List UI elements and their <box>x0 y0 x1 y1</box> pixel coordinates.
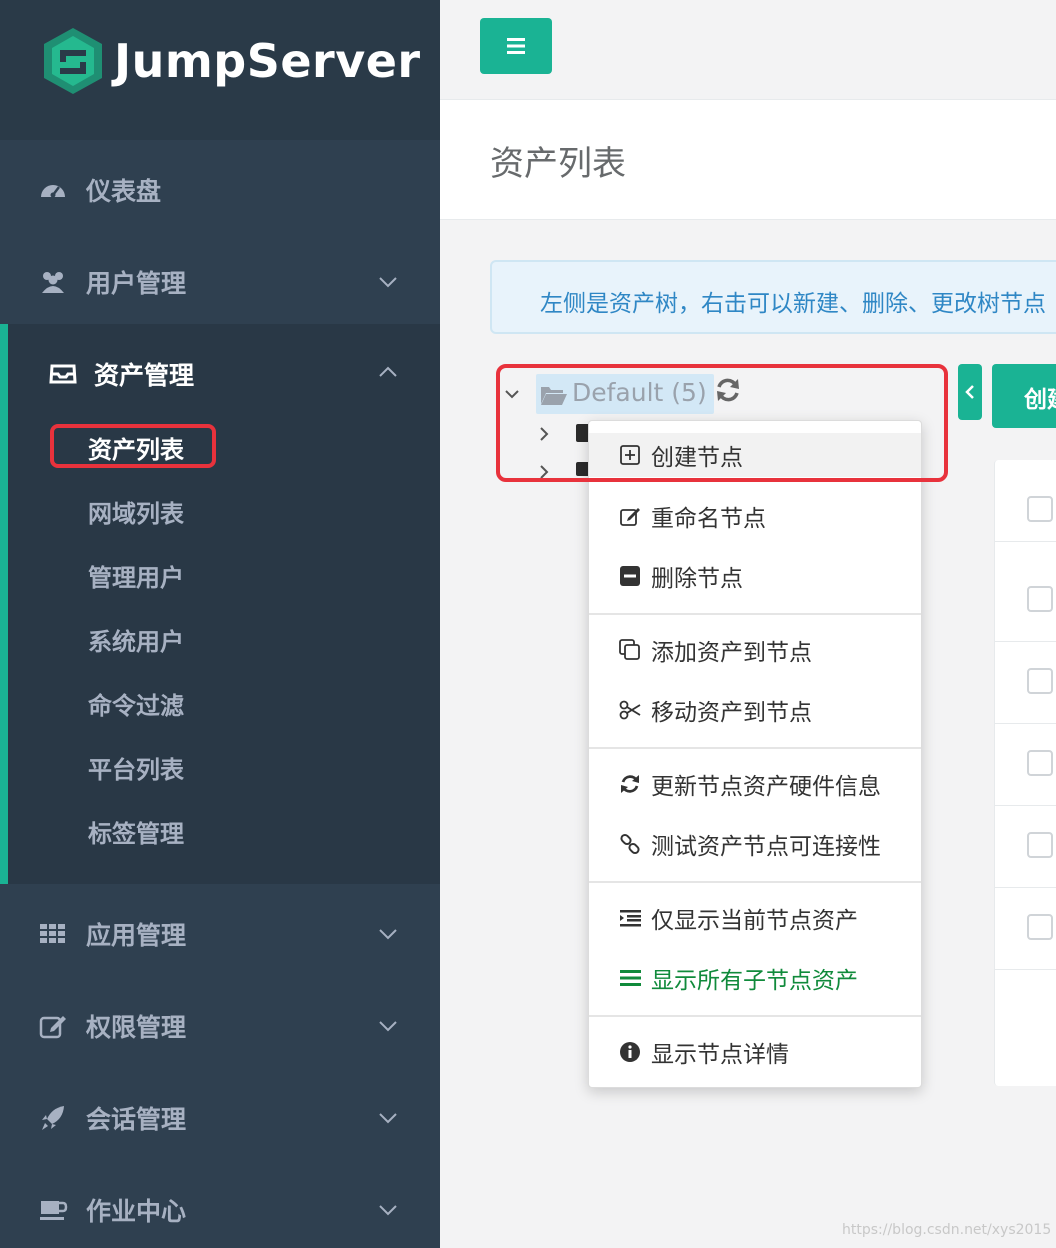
sidebar-toggle-button[interactable] <box>480 18 552 74</box>
chevron-down-icon <box>379 1205 397 1216</box>
menu-item-label: 删除节点 <box>651 566 743 592</box>
row-checkbox[interactable] <box>1027 668 1053 694</box>
brand-name[interactable]: JumpServer <box>114 34 421 88</box>
brand-header: JumpServer <box>0 0 440 140</box>
sidebar-item-label: 权限管理 <box>86 1013 187 1042</box>
submenu-item-admin-users[interactable]: 管理用户 <box>88 558 184 593</box>
menu-item-show-all-children[interactable]: 显示所有子节点资产 <box>589 953 921 1003</box>
scissors-icon <box>619 700 641 720</box>
row-checkbox[interactable] <box>1027 750 1053 776</box>
submenu-item-platform-list[interactable]: 平台列表 <box>88 750 184 785</box>
info-circle-icon <box>620 1042 640 1062</box>
hamburger-icon <box>507 38 525 54</box>
sidebar: JumpServer 仪表盘 用户管理 资产管理 资产列表 网域列表 管理用户 … <box>0 0 440 1248</box>
create-asset-button[interactable]: 创建 <box>992 364 1056 428</box>
rocket-icon <box>42 1106 64 1130</box>
sidebar-item-dashboard[interactable]: 仪表盘 <box>0 144 440 236</box>
menu-item-add-assets[interactable]: 添加资产到节点 <box>589 625 921 675</box>
menu-item-label: 仅显示当前节点资产 <box>651 908 858 934</box>
row-checkbox[interactable] <box>1027 832 1053 858</box>
submenu-item-system-users[interactable]: 系统用户 <box>88 622 184 657</box>
menu-item-refresh-hardware[interactable]: 更新节点资产硬件信息 <box>589 759 921 809</box>
menu-divider <box>589 881 921 883</box>
info-alert-text: 左侧是资产树，右击可以新建、删除、更改树节点 <box>540 291 1046 317</box>
menu-item-label: 添加资产到节点 <box>651 640 812 666</box>
table-row <box>995 642 1056 724</box>
submenu-item-domain-list[interactable]: 网域列表 <box>88 494 184 529</box>
sidebar-item-users[interactable]: 用户管理 <box>0 236 440 328</box>
menu-item-rename-node[interactable]: 重命名节点 <box>589 491 921 541</box>
edit-icon <box>620 508 640 526</box>
create-button-label: 创建 <box>1024 387 1056 413</box>
page-header: 资产列表 <box>440 100 1056 220</box>
chevron-down-icon <box>379 277 397 288</box>
menu-divider <box>589 747 921 749</box>
link-icon <box>620 833 640 855</box>
menu-item-move-assets[interactable]: 移动资产到节点 <box>589 685 921 735</box>
menu-divider <box>589 1015 921 1017</box>
sidebar-item-jobs[interactable]: 作业中心 <box>0 1164 440 1248</box>
users-icon <box>42 272 64 293</box>
sidebar-item-sessions[interactable]: 会话管理 <box>0 1072 440 1164</box>
edit-icon <box>39 1016 66 1039</box>
chevron-up-icon <box>379 366 397 377</box>
inbox-icon <box>49 364 77 384</box>
menu-item-label: 更新节点资产硬件信息 <box>651 774 881 800</box>
submenu-item-command-filter[interactable]: 命令过滤 <box>88 686 184 721</box>
sidebar-item-assets[interactable]: 资产管理 资产列表 网域列表 管理用户 系统用户 命令过滤 平台列表 标签管理 <box>0 324 440 884</box>
minus-square-icon <box>620 566 640 586</box>
menu-item-label: 显示所有子节点资产 <box>651 968 858 994</box>
menu-item-label: 测试资产节点可连接性 <box>651 834 881 860</box>
submenu-item-label-management[interactable]: 标签管理 <box>88 814 184 849</box>
watermark: https://blog.csdn.net/xys2015 <box>842 1222 1052 1238</box>
chevron-left-icon <box>965 385 974 399</box>
menu-item-delete-node[interactable]: 删除节点 <box>589 551 921 601</box>
menu-item-label: 移动资产到节点 <box>651 700 812 726</box>
row-checkbox[interactable] <box>1027 586 1053 612</box>
sidebar-item-permissions[interactable]: 权限管理 <box>0 980 440 1072</box>
table-row <box>995 806 1056 888</box>
coffee-icon <box>40 1201 68 1220</box>
menu-item-node-details[interactable]: 显示节点详情 <box>589 1027 921 1077</box>
top-navbar <box>440 0 1056 100</box>
sidebar-item-label: 用户管理 <box>86 269 187 298</box>
indent-icon <box>620 910 641 927</box>
table-row <box>995 460 1056 542</box>
grid-icon <box>40 924 65 943</box>
copy-icon <box>619 639 640 660</box>
tree-context-menu: 创建节点 重命名节点 删除节点 添加资产到节点 移动资产到节点 更新节点资产硬件… <box>588 420 922 1088</box>
table-row <box>995 724 1056 806</box>
menu-item-label: 重命名节点 <box>651 506 766 532</box>
sidebar-item-label: 应用管理 <box>86 921 187 950</box>
menu-item-label: 显示节点详情 <box>651 1042 789 1068</box>
sidebar-item-label: 作业中心 <box>86 1197 187 1226</box>
dashboard-icon <box>41 185 65 198</box>
table-row <box>995 888 1056 970</box>
menu-item-test-connectivity[interactable]: 测试资产节点可连接性 <box>589 819 921 869</box>
menu-divider <box>589 613 921 615</box>
row-checkbox[interactable] <box>1027 914 1053 940</box>
row-checkbox[interactable] <box>1027 496 1053 522</box>
chevron-down-icon <box>379 1021 397 1032</box>
table-row <box>995 560 1056 642</box>
info-alert: 左侧是资产树，右击可以新建、删除、更改树节点 <box>490 260 1056 334</box>
sidebar-item-label: 资产管理 <box>94 361 195 390</box>
refresh-icon <box>621 775 639 793</box>
sidebar-item-label: 仪表盘 <box>86 177 162 206</box>
chevron-down-icon <box>379 929 397 940</box>
page-title: 资产列表 <box>490 144 626 184</box>
chevron-down-icon <box>379 1113 397 1124</box>
sidebar-item-applications[interactable]: 应用管理 <box>0 888 440 980</box>
list-icon <box>620 970 641 986</box>
collapse-tree-button[interactable] <box>958 364 982 420</box>
menu-item-show-current-only[interactable]: 仅显示当前节点资产 <box>589 893 921 943</box>
highlight-box-tree-node <box>496 364 948 482</box>
sidebar-item-label: 会话管理 <box>86 1105 187 1134</box>
jumpserver-logo-icon[interactable] <box>42 26 104 96</box>
asset-table <box>994 460 1056 1086</box>
submenu-item-asset-list[interactable]: 资产列表 <box>88 430 184 465</box>
